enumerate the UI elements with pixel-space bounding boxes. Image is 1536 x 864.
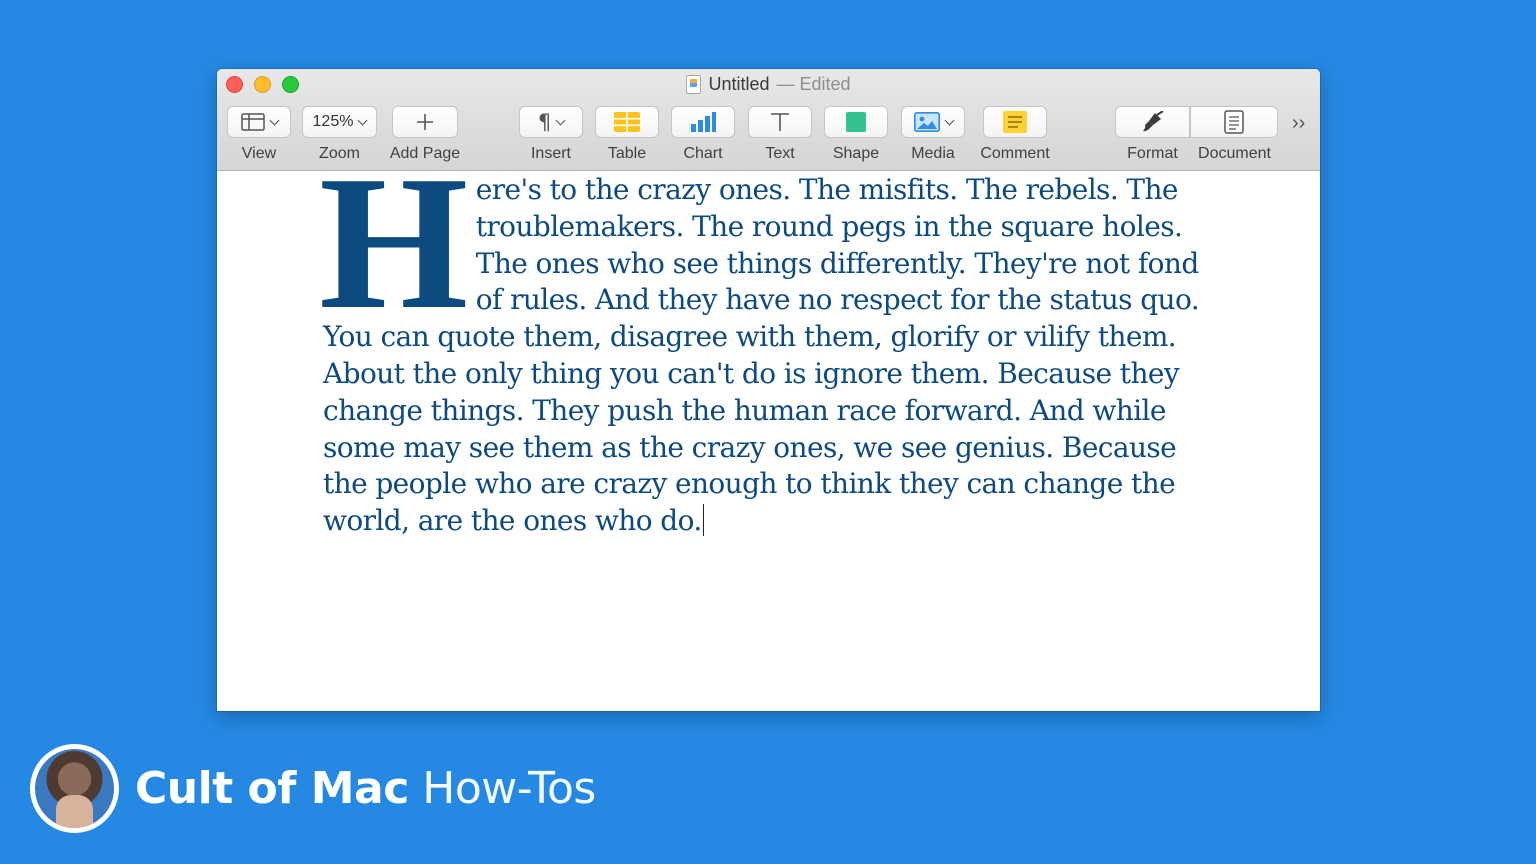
- paragraph-icon: ¶: [537, 110, 552, 134]
- bar-chart-icon: [691, 112, 716, 132]
- edited-status: — Edited: [776, 74, 851, 94]
- document-body[interactable]: Here's to the crazy ones. The misfits. T…: [319, 147, 1213, 540]
- shape-button[interactable]: [824, 106, 888, 138]
- text-tool[interactable]: Text: [747, 106, 813, 163]
- author-avatar: [30, 744, 119, 833]
- table-icon: [614, 112, 640, 132]
- avatar-photo: [35, 749, 114, 828]
- add-page-button[interactable]: [392, 106, 458, 138]
- document-button[interactable]: [1190, 106, 1278, 138]
- shape-square-icon: [846, 112, 866, 132]
- chevron-down-icon: [555, 115, 566, 125]
- sidebar-view-icon: [240, 113, 265, 131]
- shape-label: Shape: [832, 145, 880, 162]
- comment-label: Comment: [980, 145, 1050, 162]
- media-tool[interactable]: Media: [900, 106, 966, 163]
- document-icon: [1224, 110, 1244, 134]
- brand-name-light: How-Tos: [408, 763, 596, 814]
- insert-label: Insert: [530, 145, 571, 162]
- format-label: Format: [1127, 145, 1178, 162]
- document-label: Document: [1198, 145, 1271, 162]
- brand-banner: Cult of Mac How-Tos: [30, 744, 596, 833]
- brand-name-bold: Cult of Mac: [135, 763, 409, 814]
- pages-window: Untitled — Edited View 125% Zoom Add Pag…: [217, 69, 1320, 711]
- text-t-icon: [771, 113, 789, 131]
- zoom-select[interactable]: 125%: [302, 106, 377, 138]
- table-label: Table: [607, 145, 647, 162]
- comment-note-icon: [1003, 111, 1027, 133]
- window-title: Untitled — Edited: [217, 74, 1320, 95]
- chevron-down-icon: [269, 115, 279, 125]
- inspector-segmented-control: [1115, 106, 1278, 138]
- shape-tool[interactable]: Shape: [823, 106, 889, 163]
- toolbar-overflow-icon[interactable]: ››: [1292, 112, 1305, 135]
- chart-button[interactable]: [671, 106, 735, 138]
- text-button[interactable]: [748, 106, 812, 138]
- paintbrush-icon: [1142, 111, 1164, 132]
- comment-tool[interactable]: Comment: [975, 106, 1055, 163]
- insert-tool[interactable]: ¶ Insert: [518, 106, 584, 163]
- chevron-down-icon: [358, 115, 368, 125]
- insert-button[interactable]: ¶: [519, 106, 583, 138]
- pages-document-icon: [686, 75, 702, 94]
- chart-tool[interactable]: Chart: [670, 106, 736, 163]
- text-cursor: [702, 504, 705, 537]
- table-button[interactable]: [595, 106, 659, 138]
- chevron-down-icon: [944, 115, 954, 125]
- zoom-value: 125%: [312, 113, 354, 130]
- media-button[interactable]: [901, 106, 965, 138]
- format-button[interactable]: [1115, 106, 1190, 138]
- brand-name: Cult of Mac How-Tos: [135, 763, 596, 814]
- drop-cap: H: [319, 136, 468, 349]
- comment-button[interactable]: [983, 106, 1047, 138]
- document-name: Untitled: [708, 74, 770, 94]
- view-tool[interactable]: View: [226, 106, 292, 163]
- plus-icon: [417, 114, 433, 130]
- view-label: View: [241, 145, 277, 162]
- photo-icon: [913, 112, 940, 132]
- text-label: Text: [765, 145, 795, 162]
- view-button[interactable]: [227, 106, 291, 138]
- table-tool[interactable]: Table: [594, 106, 660, 163]
- media-label: Media: [911, 145, 955, 162]
- chart-label: Chart: [683, 145, 723, 162]
